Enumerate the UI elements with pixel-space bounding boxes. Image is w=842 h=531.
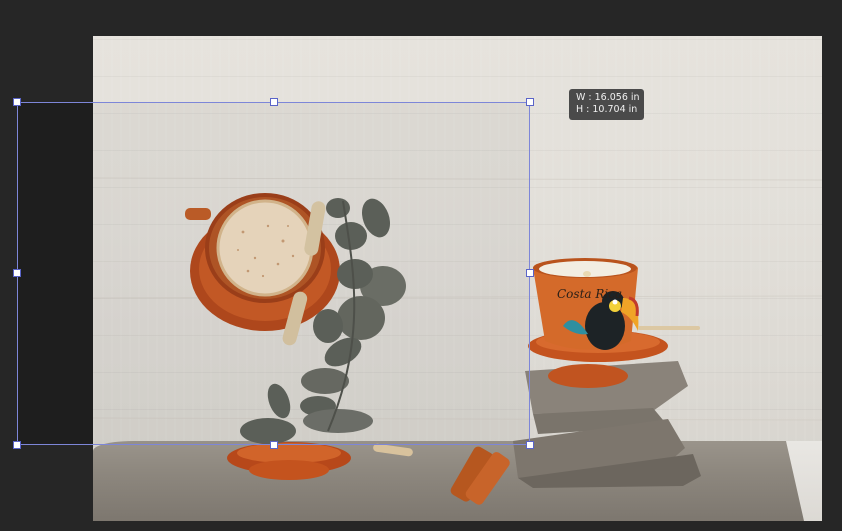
document-canvas[interactable]: Costa Rica W : 16.056 in H : 10.704 in [0,0,842,531]
height-readout: H : 10.704 in [576,104,638,115]
transform-handle-middle-left[interactable] [13,269,21,277]
free-transform-bounding-box[interactable] [17,102,530,445]
transform-handle-middle-right[interactable] [526,269,534,277]
cup-lettering: Costa Rica [557,287,622,301]
transform-size-tooltip: W : 16.056 in H : 10.704 in [569,89,644,120]
transform-handle-bottom-left[interactable] [13,441,21,449]
transform-handle-top-center[interactable] [270,98,278,106]
transform-handle-top-right[interactable] [526,98,534,106]
transform-handle-bottom-right[interactable] [526,441,534,449]
width-readout: W : 16.056 in [576,92,640,103]
transform-handle-bottom-center[interactable] [270,441,278,449]
transform-handle-top-left[interactable] [13,98,21,106]
bottom-saucer [227,442,413,480]
